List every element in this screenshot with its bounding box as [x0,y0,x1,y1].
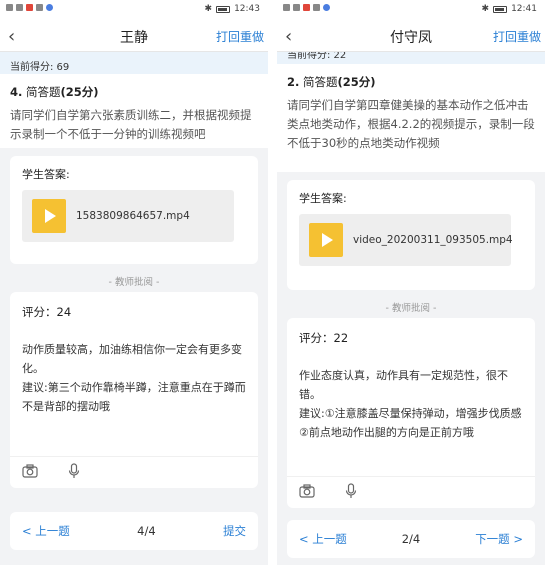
submit-button[interactable]: 提交 [223,523,246,539]
status-icons [283,4,330,11]
notification-icon [283,4,290,11]
question-points: (25分) [60,85,99,99]
comment-tools [10,456,258,488]
question-block: 4. 简答题(25分) 请同学们自学第六张素质训练二，并根据视频提示录制一个不低… [0,74,268,148]
bluetooth-icon: ✱ [204,4,213,14]
next-question-button[interactable]: 下一题 > [475,531,523,547]
status-bar: ✱ 12:43 [0,0,268,20]
app-notification-icon [303,4,310,11]
rating-text: 评分：22 [299,331,349,345]
nav-bar: ‹ 王静 打回重做 [0,20,268,52]
status-time: 12:41 [511,4,537,14]
microphone-icon[interactable] [345,482,357,503]
comment-card: 评分：24 动作质量较高，加油练相信你一定会有更多变化。 建议:第三个动作靠椅半… [10,292,258,488]
comment-line: 作业态度认真，动作具有一定规范性，很不错。 [299,369,508,401]
question-block: 2. 简答题(25分) 请同学们自学第四章健美操的基本动作之低冲击类点地类动作，… [277,64,545,172]
status-right: ✱ 12:43 [205,4,260,14]
teacher-review-divider: - 教师批阅 - [385,303,437,314]
rating-text: 评分：24 [22,305,72,319]
question-text: 请同学们自学第六张素质训练二，并根据视频提示录制一个不低于一分钟的训练视频吧 [10,108,252,141]
browser-icon [46,4,53,11]
current-score: 当前得分: 69 [0,52,268,74]
bluetooth-icon: ✱ [481,4,490,14]
question-header: 2. 简答题(25分) [287,74,535,90]
camera-icon[interactable] [299,483,315,502]
browser-icon [323,4,330,11]
prev-question-button[interactable]: < 上一题 [299,531,347,547]
play-icon[interactable] [32,199,66,233]
app-notification-icon [26,4,33,11]
status-time: 12:43 [234,4,260,14]
prev-question-button[interactable]: < 上一题 [22,523,70,539]
camera-icon[interactable] [22,463,38,482]
comment-card: 评分：22 作业态度认真，动作具有一定规范性，很不错。 建议:①注意膝盖尽量保持… [287,318,535,508]
question-type: 简答题 [303,75,338,89]
status-bar: ✱ 12:41 [277,0,545,20]
answer-card: 学生答案: 1583809864657.mp4 [10,156,258,264]
teacher-review-divider: - 教师批阅 - [108,277,160,288]
video-attachment[interactable]: video_20200311_093505.mp4 [299,214,513,266]
right-screenshot: ✱ 12:41 ‹ 付守凤 打回重做 当前得分: 22 2. 简答题(25分) … [277,0,545,565]
comment-line: 建议:第三个动作靠椅半蹲，注意重点在于蹲而不是背部的摆动哦 [22,381,246,413]
page-indicator: 2/4 [401,532,421,546]
signal-icon [16,4,23,11]
question-text: 请同学们自学第四章健美操的基本动作之低冲击类点地类动作，根据4.2.2的视频提示… [287,98,535,150]
question-number: 2. [287,75,300,89]
nav-bar: ‹ 付守凤 打回重做 [277,20,545,52]
status-right: ✱ 12:41 [482,4,537,14]
answer-label: 学生答案: [22,168,70,181]
video-attachment[interactable]: 1583809864657.mp4 [22,190,234,242]
pager-footer: < 上一题 2/4 下一题 > [287,520,535,558]
answer-label: 学生答案: [299,192,347,205]
battery-icon [216,5,231,13]
page-indicator: 4/4 [137,524,156,538]
answer-card: 学生答案: video_20200311_093505.mp4 [287,180,535,290]
comment-line: 动作质量较高，加油练相信你一定会有更多变化。 [22,343,242,375]
message-icon [36,4,43,11]
notification-icon [6,4,13,11]
file-name: 1583809864657.mp4 [76,210,190,222]
battery-icon [493,5,508,13]
signal-icon [293,4,300,11]
left-screenshot: ✱ 12:43 ‹ 王静 打回重做 当前得分: 69 4. 简答题(25分) 请… [0,0,268,565]
redo-button[interactable]: 打回重做 [216,28,264,45]
current-score: 当前得分: 22 [277,52,545,64]
comment-line: 建议:①注意膝盖尽量保持弹动，增强步伐质感 [299,407,522,420]
question-points: (25分) [337,75,376,89]
redo-button[interactable]: 打回重做 [493,28,541,45]
question-header: 4. 简答题(25分) [10,84,258,100]
file-name: video_20200311_093505.mp4 [353,234,513,246]
microphone-icon[interactable] [68,462,80,483]
pager-footer: < 上一题 4/4 提交 [10,512,258,550]
play-icon[interactable] [309,223,343,257]
message-icon [313,4,320,11]
comment-line: ②前点地动作出腿的方向是正前方哦 [299,426,474,439]
comment-tools [287,476,535,508]
question-number: 4. [10,85,23,99]
status-icons [6,4,53,11]
question-type: 简答题 [26,85,61,99]
